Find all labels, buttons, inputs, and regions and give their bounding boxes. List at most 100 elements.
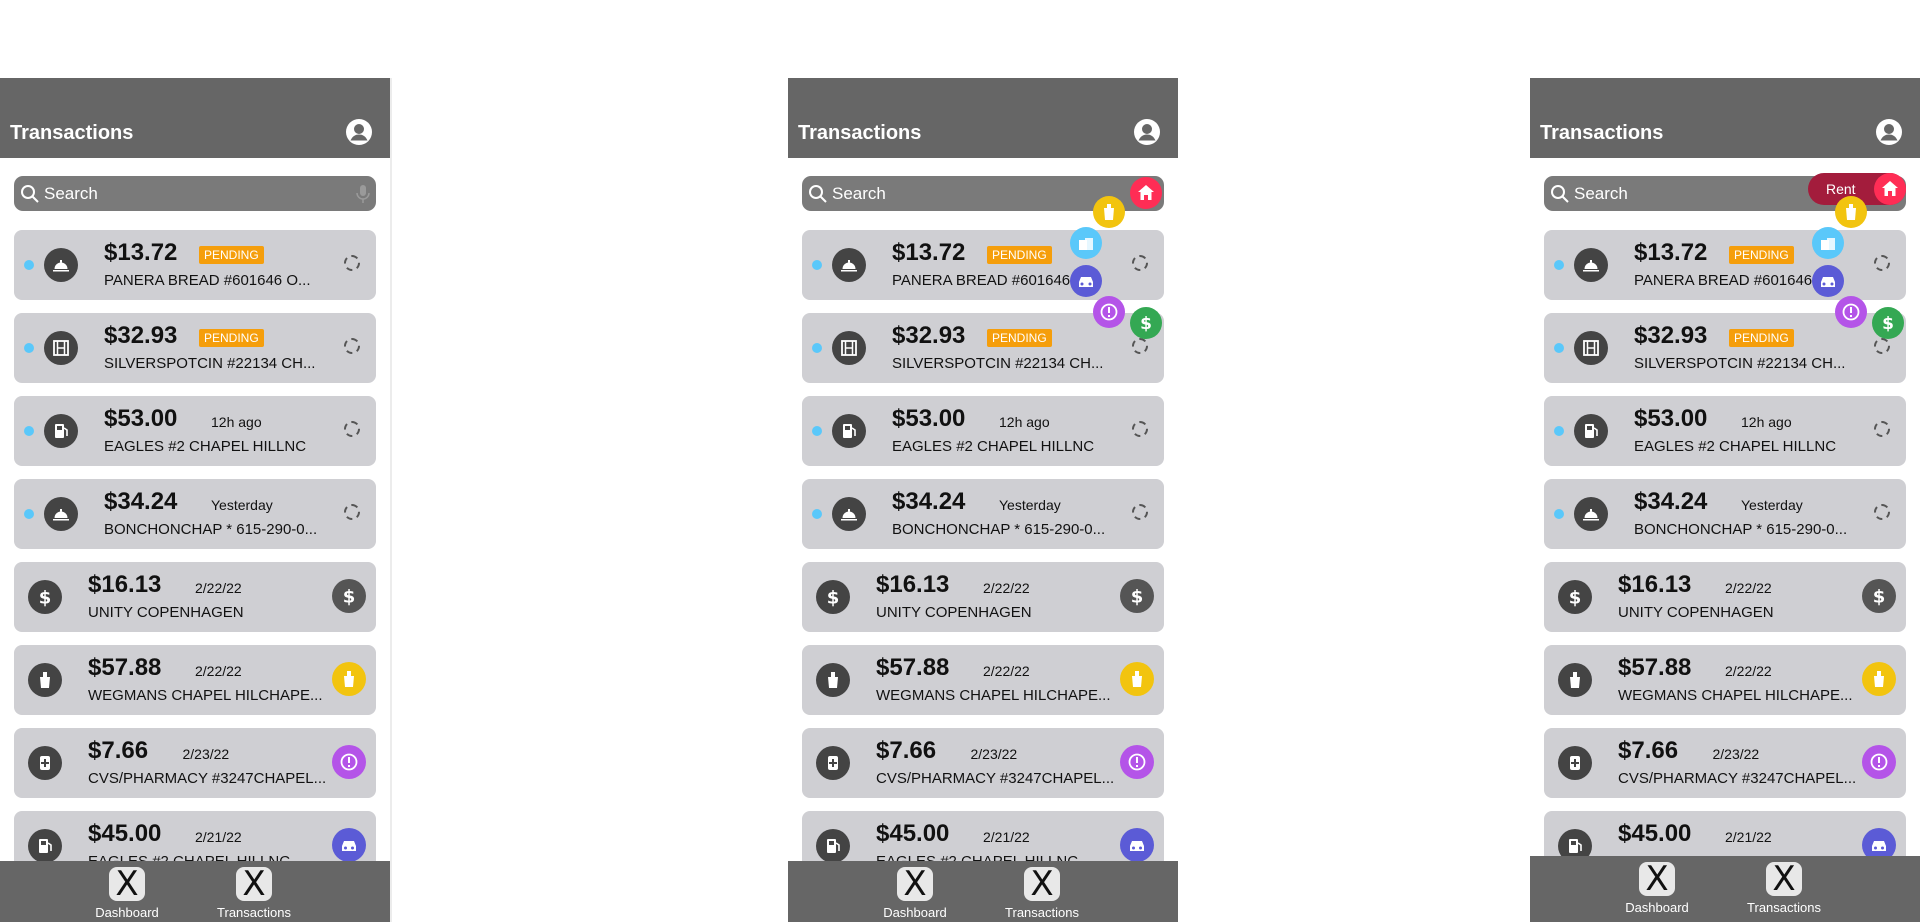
profile-icon[interactable] (1876, 119, 1902, 145)
unassigned-category-ring[interactable] (1874, 255, 1890, 271)
search-placeholder: Search (832, 184, 886, 203)
alert-status-icon[interactable] (1862, 745, 1896, 779)
transport-status-icon[interactable] (1120, 828, 1154, 862)
transport-category-button[interactable] (1812, 265, 1844, 297)
groceries-category-button[interactable] (1093, 196, 1125, 228)
transaction-amount: $16.13 (1618, 571, 1692, 598)
income-status-icon[interactable]: $ (332, 579, 366, 613)
groceries-category-button[interactable] (1835, 196, 1867, 228)
groceries-status-icon[interactable] (1862, 662, 1896, 696)
tab-dashboard[interactable]: X Dashboard (87, 861, 167, 920)
transaction-card[interactable]: $57.88 2/22/22 WEGMANS CHAPEL HILCHAPE... (14, 645, 376, 715)
transaction-card[interactable]: $ $16.13 2/22/22 UNITY COPENHAGEN $ (802, 562, 1164, 632)
profile-icon[interactable] (1134, 119, 1160, 145)
unassigned-category-ring[interactable] (344, 421, 360, 437)
transaction-time: 2/22/22 (1725, 580, 1772, 596)
tab-dashboard[interactable]: X Dashboard (875, 861, 955, 920)
alert-category-button[interactable] (1835, 296, 1867, 328)
unread-dot (1554, 426, 1564, 436)
page-title: Transactions (1540, 122, 1664, 144)
gas-pump-icon (28, 829, 62, 863)
dashboard-tab-icon: X (1639, 862, 1675, 896)
alert-category-button[interactable] (1093, 296, 1125, 328)
tab-transactions[interactable]: X Transactions (1744, 856, 1824, 915)
shopping-category-button[interactable] (1070, 227, 1102, 259)
merchant-name: CVS/PHARMACY #3247CHAPEL... (876, 770, 1115, 787)
unread-dot (1554, 260, 1564, 270)
film-icon (44, 331, 78, 365)
transaction-amount: $34.24 (1634, 488, 1708, 515)
transaction-card[interactable]: $34.24 Yesterday BONCHONCHAP * 615-290-0..… (1544, 479, 1906, 549)
tab-transactions[interactable]: X Transactions (214, 861, 294, 920)
alert-status-icon[interactable] (332, 745, 366, 779)
dollar-icon: $ (1140, 314, 1152, 333)
gas-pump-icon (832, 414, 866, 448)
unread-dot (812, 509, 822, 519)
rent-category-button[interactable] (1874, 173, 1906, 205)
transaction-card[interactable]: $ $16.13 2/22/22 UNITY COPENHAGEN $ (1544, 562, 1906, 632)
transaction-card[interactable]: $13.72 PENDING PANERA BREAD #601646 O... (802, 230, 1164, 300)
transaction-card[interactable]: $34.24 Yesterday BONCHONCHAP * 615-290-0..… (14, 479, 376, 549)
transaction-card[interactable]: $13.72 PENDING PANERA BREAD #601646 O... (14, 230, 376, 300)
profile-icon[interactable] (346, 119, 372, 145)
transport-category-button[interactable] (1070, 265, 1102, 297)
phone-screen-3: Transactions Search $13.72 PENDING PANERA … (1530, 78, 1920, 922)
nav-header: Transactions (0, 78, 390, 158)
rent-category-button[interactable] (1130, 177, 1162, 209)
merchant-name: SILVERSPOTCIN #22134 CH... (104, 355, 316, 372)
unassigned-category-ring[interactable] (344, 504, 360, 520)
transaction-time: 12h ago (999, 414, 1050, 430)
transaction-card[interactable]: $13.72 PENDING PANERA BREAD #601646 O... (1544, 230, 1906, 300)
unread-dot (812, 343, 822, 353)
tab-label: Transactions (1747, 900, 1821, 915)
income-category-button[interactable]: $ (1872, 307, 1904, 339)
alert-status-icon[interactable] (1120, 745, 1154, 779)
unassigned-category-ring[interactable] (1132, 255, 1148, 271)
unassigned-category-ring[interactable] (1132, 338, 1148, 354)
merchant-name: SILVERSPOTCIN #22134 CH... (892, 355, 1104, 372)
transaction-card[interactable]: $7.66 2/23/22 CVS/PHARMACY #3247CHAPEL... (802, 728, 1164, 798)
transaction-amount: $45.00 (88, 820, 162, 847)
unassigned-category-ring[interactable] (1132, 421, 1148, 437)
transaction-card[interactable]: $57.88 2/22/22 WEGMANS CHAPEL HILCHAPE... (802, 645, 1164, 715)
transaction-card[interactable]: $53.00 12h ago EAGLES #2 CHAPEL HILLNC (14, 396, 376, 466)
merchant-name: PANERA BREAD #601646 O... (892, 272, 1099, 289)
tab-dashboard[interactable]: X Dashboard (1617, 856, 1697, 915)
unassigned-category-ring[interactable] (1874, 338, 1890, 354)
transaction-card[interactable]: $34.24 Yesterday BONCHONCHAP * 615-290-0..… (802, 479, 1164, 549)
merchant-name: WEGMANS CHAPEL HILCHAPE... (1618, 687, 1853, 704)
transaction-card[interactable]: $ $16.13 2/22/22 UNITY COPENHAGEN $ (14, 562, 376, 632)
search-input[interactable]: Search (14, 176, 376, 211)
income-category-button[interactable]: $ (1130, 307, 1162, 339)
income-status-icon[interactable]: $ (1862, 579, 1896, 613)
transaction-card[interactable]: $32.93 PENDING SILVERSPOTCIN #22134 CH... (14, 313, 376, 383)
food-cloche-icon (44, 497, 78, 531)
transaction-card[interactable]: $7.66 2/23/22 CVS/PHARMACY #3247CHAPEL... (14, 728, 376, 798)
gas-pump-icon (1574, 414, 1608, 448)
tab-transactions[interactable]: X Transactions (1002, 861, 1082, 920)
groceries-status-icon[interactable] (1120, 662, 1154, 696)
merchant-name: BONCHONCHAP * 615-290-0... (1634, 521, 1848, 538)
unread-dot (1554, 509, 1564, 519)
transaction-card[interactable]: $57.88 2/22/22 WEGMANS CHAPEL HILCHAPE... (1544, 645, 1906, 715)
income-status-icon[interactable]: $ (1120, 579, 1154, 613)
pending-badge: PENDING (199, 329, 264, 347)
unassigned-category-ring[interactable] (1874, 421, 1890, 437)
unassigned-category-ring[interactable] (344, 255, 360, 271)
transport-status-icon[interactable] (332, 828, 366, 862)
microphone-icon[interactable] (356, 185, 370, 203)
shopping-category-button[interactable] (1812, 227, 1844, 259)
transaction-time: Yesterday (999, 497, 1061, 513)
transaction-card[interactable]: $53.00 12h ago EAGLES #2 CHAPEL HILLNC (802, 396, 1164, 466)
unassigned-category-ring[interactable] (344, 338, 360, 354)
groceries-status-icon[interactable] (332, 662, 366, 696)
transaction-card[interactable]: $7.66 2/23/22 CVS/PHARMACY #3247CHAPEL... (1544, 728, 1906, 798)
page-title: Transactions (798, 122, 922, 144)
transaction-card[interactable]: $53.00 12h ago EAGLES #2 CHAPEL HILLNC (1544, 396, 1906, 466)
tab-bar: X Dashboard X Transactions (0, 861, 390, 922)
merchant-name: EAGLES #2 CHAPEL HILLNC (104, 438, 307, 455)
unassigned-category-ring[interactable] (1874, 504, 1890, 520)
tab-label: Dashboard (95, 905, 159, 920)
unassigned-category-ring[interactable] (1132, 504, 1148, 520)
car-icon (1821, 277, 1835, 287)
